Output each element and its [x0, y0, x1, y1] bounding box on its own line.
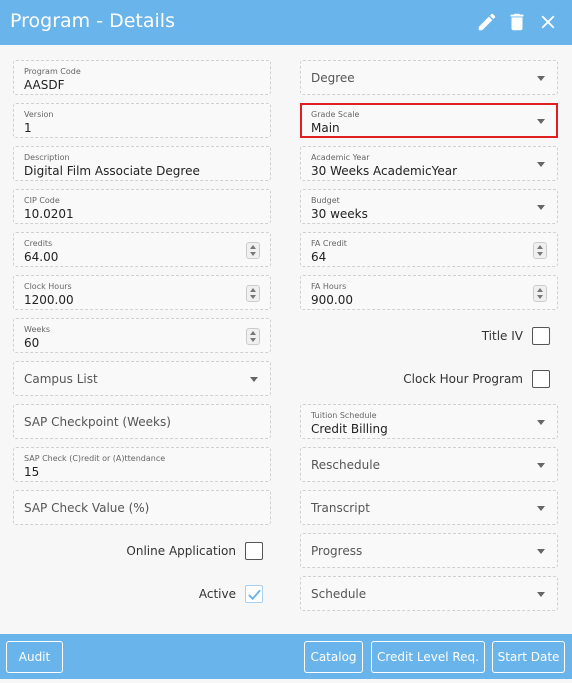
fa-hours-label: FA Hours — [311, 282, 347, 291]
degree-select[interactable]: Degree — [300, 60, 558, 95]
weeks-field[interactable]: Weeks 60 — [13, 318, 271, 353]
title-iv-label: Title IV — [481, 329, 523, 343]
academic-year-value: 30 Weeks AcademicYear — [311, 164, 458, 178]
fa-credit-field[interactable]: FA Credit 64 — [300, 232, 558, 267]
credits-label: Credits — [24, 239, 53, 248]
tuition-schedule-value: Credit Billing — [311, 422, 388, 436]
reschedule-select[interactable]: Reschedule — [300, 447, 558, 482]
progress-placeholder: Progress — [311, 544, 363, 558]
academic-year-select[interactable]: Academic Year 30 Weeks AcademicYear — [300, 146, 558, 181]
tuition-schedule-select[interactable]: Tuition Schedule Credit Billing — [300, 404, 558, 439]
grade-scale-value: Main — [311, 121, 340, 135]
cip-code-value: 10.0201 — [24, 207, 74, 221]
chevron-down-icon — [537, 549, 545, 554]
close-icon[interactable] — [537, 11, 559, 33]
transcript-placeholder: Transcript — [311, 501, 370, 515]
fa-hours-stepper[interactable] — [533, 285, 547, 302]
sap-check-type-field[interactable]: SAP Check (C)redit or (A)ttendance 15 — [13, 447, 271, 482]
trash-icon[interactable] — [506, 11, 528, 33]
fa-hours-value: 900.00 — [311, 293, 353, 307]
checkmark-icon — [248, 589, 261, 601]
progress-select[interactable]: Progress — [300, 533, 558, 568]
schedule-placeholder: Schedule — [311, 587, 367, 601]
fa-credit-stepper[interactable] — [533, 242, 547, 259]
online-application-checkbox[interactable] — [245, 542, 263, 560]
footer-bar: Audit Catalog Credit Level Req. Start Da… — [0, 634, 572, 679]
grade-scale-label: Grade Scale — [311, 110, 360, 119]
credit-level-req-button[interactable]: Credit Level Req. — [371, 641, 485, 673]
chevron-down-icon — [537, 205, 545, 210]
sap-checkpoint-field[interactable]: SAP Checkpoint (Weeks) — [13, 404, 271, 439]
pencil-icon[interactable] — [476, 11, 498, 33]
clock-hour-program-checkbox[interactable] — [532, 370, 550, 388]
version-label: Version — [24, 110, 54, 119]
weeks-label: Weeks — [24, 325, 51, 334]
sap-check-value-placeholder: SAP Check Value (%) — [24, 501, 150, 515]
description-value: Digital Film Associate Degree — [24, 164, 200, 178]
active-label: Active — [198, 587, 236, 601]
credits-field[interactable]: Credits 64.00 — [13, 232, 271, 267]
credits-stepper[interactable] — [246, 242, 260, 259]
sap-check-value-field[interactable]: SAP Check Value (%) — [13, 490, 271, 525]
transcript-select[interactable]: Transcript — [300, 490, 558, 525]
program-code-label: Program Code — [24, 67, 81, 76]
version-field[interactable]: Version 1 — [13, 103, 271, 138]
cip-code-label: CIP Code — [24, 196, 60, 205]
schedule-select[interactable]: Schedule — [300, 576, 558, 611]
audit-button[interactable]: Audit — [6, 641, 63, 673]
weeks-value: 60 — [24, 336, 40, 350]
budget-value: 30 weeks — [311, 207, 368, 221]
start-date-button[interactable]: Start Date — [492, 641, 565, 673]
chevron-down-icon — [537, 119, 545, 124]
chevron-down-icon — [537, 506, 545, 511]
fa-hours-field[interactable]: FA Hours 900.00 — [300, 275, 558, 310]
description-label: Description — [24, 153, 70, 162]
chevron-down-icon — [537, 463, 545, 468]
weeks-stepper[interactable] — [246, 328, 260, 345]
grade-scale-select[interactable]: Grade Scale Main — [300, 103, 558, 138]
reschedule-placeholder: Reschedule — [311, 458, 380, 472]
title-bar: Program - Details — [0, 0, 572, 45]
online-application-label: Online Application — [126, 544, 236, 558]
chevron-down-icon — [537, 76, 545, 81]
degree-placeholder: Degree — [311, 71, 355, 85]
description-field[interactable]: Description Digital Film Associate Degre… — [13, 146, 271, 181]
clock-hours-label: Clock Hours — [24, 282, 72, 291]
clock-hours-stepper[interactable] — [246, 285, 260, 302]
chevron-down-icon — [250, 377, 258, 382]
clock-hour-program-label: Clock Hour Program — [403, 372, 523, 386]
catalog-button[interactable]: Catalog — [304, 641, 363, 673]
budget-select[interactable]: Budget 30 weeks — [300, 189, 558, 224]
clock-hours-field[interactable]: Clock Hours 1200.00 — [13, 275, 271, 310]
tuition-schedule-label: Tuition Schedule — [311, 411, 377, 420]
program-code-field[interactable]: Program Code AASDF — [13, 60, 271, 95]
program-code-value: AASDF — [24, 78, 65, 92]
campus-list-placeholder: Campus List — [24, 372, 98, 386]
sap-check-type-value: 15 — [24, 465, 40, 479]
sap-checkpoint-placeholder: SAP Checkpoint (Weeks) — [24, 415, 171, 429]
clock-hours-value: 1200.00 — [24, 293, 74, 307]
academic-year-label: Academic Year — [311, 153, 370, 162]
campus-list-select[interactable]: Campus List — [13, 361, 271, 396]
chevron-down-icon — [537, 162, 545, 167]
credits-value: 64.00 — [24, 250, 59, 264]
cip-code-field[interactable]: CIP Code 10.0201 — [13, 189, 271, 224]
budget-label: Budget — [311, 196, 340, 205]
title-iv-checkbox[interactable] — [532, 327, 550, 345]
fa-credit-label: FA Credit — [311, 239, 347, 248]
program-details-dialog: Program - Details Program Code AASDF Ver… — [0, 0, 572, 683]
active-checkbox[interactable] — [245, 585, 263, 603]
dialog-title: Program - Details — [10, 10, 175, 32]
version-value: 1 — [24, 121, 32, 135]
fa-credit-value: 64 — [311, 250, 327, 264]
chevron-down-icon — [537, 420, 545, 425]
chevron-down-icon — [537, 592, 545, 597]
sap-check-type-label: SAP Check (C)redit or (A)ttendance — [24, 454, 166, 463]
